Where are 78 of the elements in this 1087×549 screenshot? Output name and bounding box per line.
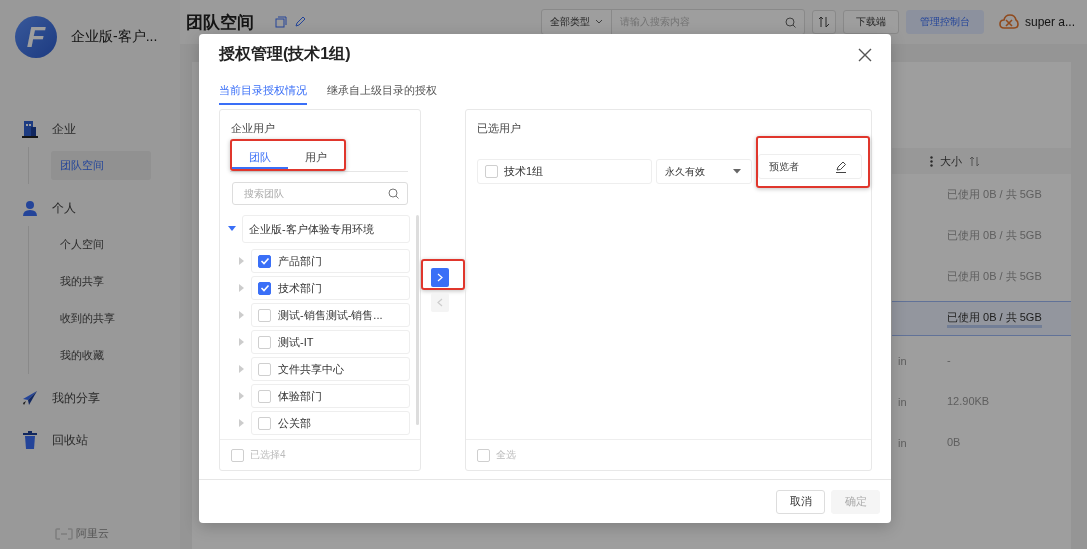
copy-icon[interactable] — [275, 16, 287, 28]
caret-down-icon — [733, 169, 741, 174]
tab[interactable]: 当前目录授权情况 — [219, 79, 307, 105]
tab[interactable]: 团队 — [232, 147, 288, 169]
caret-right-icon[interactable] — [239, 284, 245, 292]
person-icon — [22, 200, 38, 216]
table-cell-text: in — [897, 354, 908, 367]
panel-title: 企业用户 — [230, 121, 276, 136]
nav-item[interactable]: 回收站 — [0, 422, 180, 458]
nav-item[interactable]: 我的收藏 — [51, 337, 151, 374]
column-menu-icon — [930, 155, 933, 167]
cloud-icon — [998, 14, 1019, 30]
caret-down-icon[interactable] — [228, 226, 236, 232]
selected-count: 已选择4 — [250, 448, 286, 462]
chevron-right-icon — [437, 273, 443, 282]
table-cell-text: in — [897, 395, 908, 408]
cancel-button[interactable]: 取消 — [776, 489, 825, 514]
check-icon — [259, 256, 270, 266]
tree-item-label: 技术部门 — [278, 280, 322, 296]
tree-item-label: 测试-销售测试-销售... — [278, 307, 383, 323]
search-field[interactable]: 搜索团队 — [232, 182, 408, 205]
caret-right-icon[interactable] — [239, 257, 245, 265]
nav-item[interactable]: 收到的共享 — [51, 300, 151, 337]
sort-icon[interactable] — [969, 155, 980, 167]
tab[interactable]: 用户 — [288, 147, 344, 169]
tab[interactable]: 继承自上级目录的授权 — [327, 79, 437, 105]
checkbox[interactable] — [258, 281, 271, 295]
table-cell: 12.90KB — [947, 395, 990, 408]
tree-item-label: 测试-IT — [278, 334, 314, 350]
caret-right-icon[interactable] — [239, 338, 245, 346]
role-field[interactable]: 预览者 — [758, 154, 862, 179]
search-icon — [388, 188, 399, 199]
nav-item[interactable]: 团队空间 — [51, 151, 151, 180]
tree-item[interactable]: 企业版-客户体验专用环境 — [242, 215, 410, 243]
sort-button[interactable] — [811, 10, 836, 34]
cloud-logo-icon — [55, 527, 73, 540]
nav-item[interactable]: 我的分享 — [0, 380, 180, 416]
nav-item[interactable]: 个人空间 — [51, 226, 151, 263]
close-icon[interactable] — [858, 47, 872, 62]
table-cell: - — [947, 354, 951, 367]
table-cell: 已使用 0B / 共 5GB — [947, 309, 1042, 328]
panel-title: 已选用户 — [476, 121, 522, 136]
nav-item[interactable]: 企业 — [0, 111, 180, 147]
sort-icon — [817, 16, 830, 28]
user-name: 技术1组 — [504, 164, 544, 179]
page-title: 团队空间 — [186, 11, 254, 34]
paper-plane-icon — [22, 390, 38, 406]
console-button[interactable]: 管理控制台 — [905, 10, 984, 34]
caret-right-icon[interactable] — [239, 419, 245, 427]
building-icon — [22, 120, 38, 138]
table-row[interactable]: 已使用 0B / 共 5GB — [892, 301, 1071, 336]
user-name: super a... — [1024, 15, 1075, 29]
app-logo: F — [15, 16, 57, 58]
caret-right-icon[interactable] — [239, 311, 245, 319]
chevron-left-icon — [437, 298, 443, 307]
table-cell: 0B — [947, 436, 961, 449]
nav-item[interactable]: 个人 — [0, 190, 180, 226]
caret-right-icon[interactable] — [239, 392, 245, 400]
validity-select[interactable]: 永久有效 — [656, 159, 752, 184]
tree-item-label: 体验部门 — [278, 388, 322, 404]
caret-right-icon[interactable] — [239, 365, 245, 373]
search-icon — [784, 16, 796, 28]
trash-icon — [22, 431, 38, 449]
tree-item-label: 公关部 — [278, 415, 311, 431]
checkbox[interactable] — [258, 254, 271, 268]
download-button[interactable]: 下载端 — [842, 10, 899, 34]
dialog-title: 授权管理(技术1组) — [219, 44, 351, 64]
column-header: 大小 — [940, 153, 962, 169]
app-name: 企业版-客户... — [71, 28, 158, 46]
tree-item-label: 产品部门 — [278, 253, 322, 269]
nav-item[interactable]: 我的共享 — [51, 263, 151, 300]
tree-item-label: 文件共享中心 — [278, 361, 344, 377]
edit-icon[interactable] — [835, 160, 847, 173]
check-icon — [259, 283, 270, 293]
transfer-button[interactable] — [431, 268, 449, 287]
select-all-label: 全选 — [496, 448, 516, 462]
table-cell-text: in — [897, 436, 908, 449]
chevron-down-icon — [594, 19, 603, 25]
